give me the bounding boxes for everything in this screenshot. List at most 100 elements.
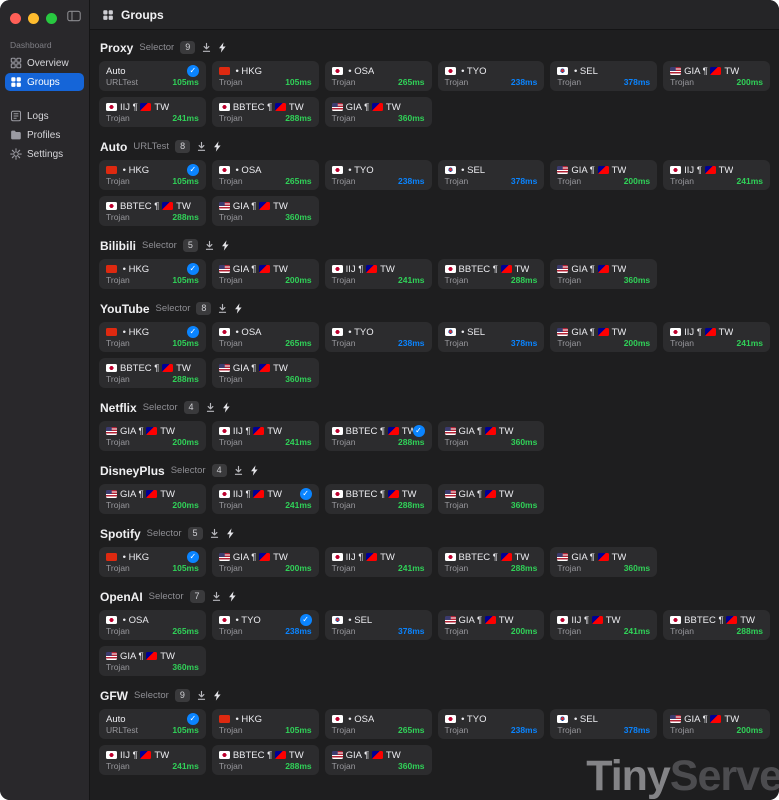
proxy-name: GIA ¶ TW [219, 264, 288, 275]
speed-test-icon[interactable] [213, 690, 222, 701]
proxy-card[interactable]: IIJ ¶ TWTrojan241ms [325, 259, 432, 289]
proxy-card[interactable]: Auto✓URLTest105ms [99, 709, 206, 739]
proxy-type: Trojan [219, 761, 243, 771]
speed-test-icon[interactable] [250, 465, 259, 476]
proxy-card[interactable]: • HKGTrojan105ms [212, 709, 319, 739]
proxy-card[interactable]: • OSATrojan265ms [325, 61, 432, 91]
proxy-card[interactable]: • SELTrojan378ms [550, 709, 657, 739]
proxy-card[interactable]: • OSATrojan265ms [212, 160, 319, 190]
proxy-card[interactable]: IIJ ¶ TW✓Trojan241ms [212, 484, 319, 514]
proxy-card[interactable]: BBTEC ¶ TWTrojan288ms [212, 97, 319, 127]
proxy-card[interactable]: • TYOTrojan238ms [438, 709, 545, 739]
proxy-card[interactable]: GIA ¶ TWTrojan200ms [438, 610, 545, 640]
sidebar-item-settings[interactable]: Settings [5, 145, 84, 163]
proxy-card[interactable]: BBTEC ¶ TWTrojan288ms [99, 358, 206, 388]
us-flag-icon [557, 265, 568, 273]
proxy-card[interactable]: GIA ¶ TWTrojan360ms [550, 259, 657, 289]
minimize-window-button[interactable] [28, 13, 39, 24]
speed-test-icon[interactable] [226, 528, 235, 539]
proxy-card[interactable]: BBTEC ¶ TWTrojan288ms [438, 259, 545, 289]
proxy-card[interactable]: GIA ¶ TWTrojan200ms [550, 160, 657, 190]
speed-test-icon[interactable] [228, 591, 237, 602]
proxy-card[interactable]: • TYOTrojan238ms [325, 322, 432, 352]
proxy-card[interactable]: IIJ ¶ TWTrojan241ms [663, 322, 770, 352]
proxy-card[interactable]: GIA ¶ TWTrojan200ms [212, 547, 319, 577]
latency-test-icon[interactable] [204, 240, 215, 251]
proxy-card[interactable]: GIA ¶ TWTrojan200ms [99, 484, 206, 514]
proxy-name: BBTEC ¶ TW [445, 264, 530, 275]
proxy-card[interactable]: GIA ¶ TWTrojan360ms [438, 484, 545, 514]
sidebar-item-overview[interactable]: Overview [5, 54, 84, 72]
proxy-card[interactable]: • SELTrojan378ms [438, 322, 545, 352]
proxy-card[interactable]: GIA ¶ TWTrojan360ms [99, 646, 206, 676]
latency-test-icon[interactable] [217, 303, 228, 314]
sidebar-item-logs[interactable]: Logs [5, 107, 84, 125]
proxy-card[interactable]: • HKG✓Trojan105ms [99, 259, 206, 289]
latency-value: 241ms [737, 338, 763, 348]
speed-test-icon[interactable] [234, 303, 243, 314]
proxy-name: BBTEC ¶ TW [332, 426, 413, 437]
proxy-card[interactable]: • HKG✓Trojan105ms [99, 547, 206, 577]
proxy-card[interactable]: • TYO✓Trojan238ms [212, 610, 319, 640]
speed-test-icon[interactable] [222, 402, 231, 413]
proxy-card[interactable]: GIA ¶ TWTrojan360ms [212, 196, 319, 226]
zoom-window-button[interactable] [46, 13, 57, 24]
sidebar-item-groups[interactable]: Groups [5, 73, 84, 91]
proxy-card[interactable]: BBTEC ¶ TWTrojan288ms [99, 196, 206, 226]
proxy-card[interactable]: GIA ¶ TWTrojan200ms [550, 322, 657, 352]
proxy-card[interactable]: BBTEC ¶ TWTrojan288ms [663, 610, 770, 640]
proxy-card[interactable]: • SELTrojan378ms [550, 61, 657, 91]
proxy-card[interactable]: GIA ¶ TWTrojan360ms [212, 358, 319, 388]
proxy-card[interactable]: Auto✓URLTest105ms [99, 61, 206, 91]
proxy-card[interactable]: GIA ¶ TWTrojan200ms [663, 61, 770, 91]
latency-test-icon[interactable] [233, 465, 244, 476]
proxy-card[interactable]: • SELTrojan378ms [325, 610, 432, 640]
proxy-card-top-row: Auto✓ [106, 713, 199, 725]
proxy-card[interactable]: • OSATrojan265ms [325, 709, 432, 739]
proxy-card[interactable]: GIA ¶ TWTrojan360ms [438, 421, 545, 451]
speed-test-icon[interactable] [218, 42, 227, 53]
proxy-card[interactable]: BBTEC ¶ TWTrojan288ms [212, 745, 319, 775]
latency-test-icon[interactable] [209, 528, 220, 539]
proxy-card[interactable]: IIJ ¶ TWTrojan241ms [325, 547, 432, 577]
latency-test-icon[interactable] [201, 42, 212, 53]
latency-test-icon[interactable] [196, 690, 207, 701]
tw-flag-icon [140, 751, 151, 759]
proxy-card[interactable]: BBTEC ¶ TWTrojan288ms [325, 484, 432, 514]
latency-test-icon[interactable] [211, 591, 222, 602]
proxy-card[interactable]: IIJ ¶ TWTrojan241ms [99, 745, 206, 775]
us-flag-icon [445, 616, 456, 624]
latency-test-icon[interactable] [205, 402, 216, 413]
group-header: DisneyPlusSelector4 [100, 463, 770, 478]
proxy-card[interactable]: IIJ ¶ TWTrojan241ms [212, 421, 319, 451]
proxy-card[interactable]: • HKG✓Trojan105ms [99, 160, 206, 190]
close-window-button[interactable] [10, 13, 21, 24]
proxy-card[interactable]: BBTEC ¶ TWTrojan288ms [438, 547, 545, 577]
proxy-card[interactable]: BBTEC ¶ TW✓Trojan288ms [325, 421, 432, 451]
proxy-card-top-row: • HKG✓ [106, 164, 199, 176]
proxy-card[interactable]: • TYOTrojan238ms [325, 160, 432, 190]
proxy-card[interactable]: • SELTrojan378ms [438, 160, 545, 190]
proxy-card[interactable]: GIA ¶ TWTrojan200ms [663, 709, 770, 739]
sidebar-toggle-icon[interactable] [67, 10, 81, 22]
proxy-card[interactable]: IIJ ¶ TWTrojan241ms [663, 160, 770, 190]
proxy-card[interactable]: GIA ¶ TWTrojan360ms [325, 745, 432, 775]
proxy-card[interactable]: GIA ¶ TWTrojan200ms [99, 421, 206, 451]
kr-flag-icon [445, 166, 456, 174]
proxy-card[interactable]: • OSATrojan265ms [212, 322, 319, 352]
proxy-card[interactable]: GIA ¶ TWTrojan200ms [212, 259, 319, 289]
proxy-card[interactable]: • HKG✓Trojan105ms [99, 322, 206, 352]
proxy-type: Trojan [445, 626, 469, 636]
speed-test-icon[interactable] [221, 240, 230, 251]
proxy-card[interactable]: IIJ ¶ TWTrojan241ms [99, 97, 206, 127]
proxy-card-bottom-row: Trojan360ms [106, 662, 199, 672]
proxy-card[interactable]: GIA ¶ TWTrojan360ms [325, 97, 432, 127]
proxy-card[interactable]: GIA ¶ TWTrojan360ms [550, 547, 657, 577]
speed-test-icon[interactable] [213, 141, 222, 152]
sidebar-item-profiles[interactable]: Profiles [5, 126, 84, 144]
proxy-card[interactable]: IIJ ¶ TWTrojan241ms [550, 610, 657, 640]
latency-test-icon[interactable] [196, 141, 207, 152]
proxy-card[interactable]: • OSATrojan265ms [99, 610, 206, 640]
proxy-card[interactable]: • HKGTrojan105ms [212, 61, 319, 91]
proxy-card[interactable]: • TYOTrojan238ms [438, 61, 545, 91]
